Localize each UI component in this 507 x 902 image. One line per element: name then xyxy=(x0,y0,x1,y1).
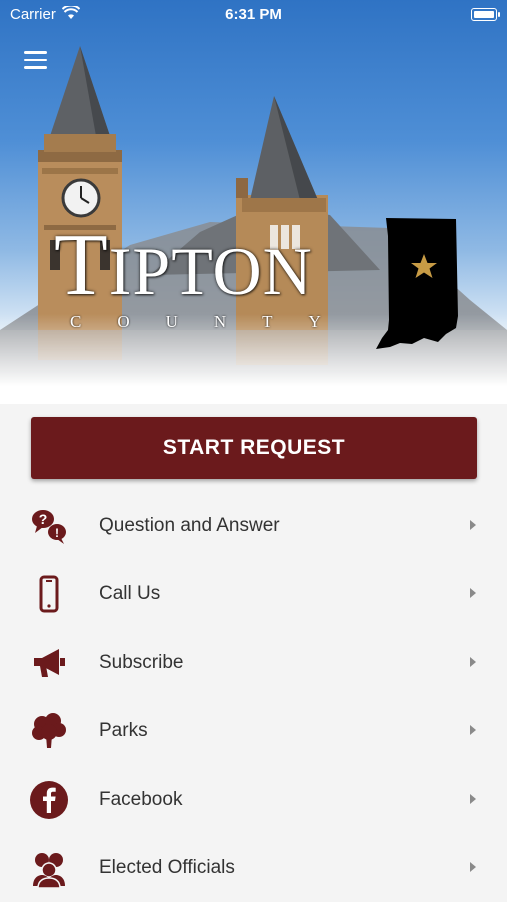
people-icon xyxy=(33,852,65,888)
facebook-icon xyxy=(30,780,68,819)
phone-icon xyxy=(39,575,59,613)
chevron-right-icon xyxy=(470,588,476,599)
battery-icon xyxy=(471,8,500,21)
menu-list: ? ! Question and Answer Call Us Subscrib… xyxy=(0,492,507,902)
logo-title: TIPTON xyxy=(54,222,313,310)
menu-item-label: Question and Answer xyxy=(99,515,280,536)
menu-item-label: Subscribe xyxy=(99,651,184,673)
megaphone-icon xyxy=(34,648,65,677)
menu-item-facebook[interactable]: Facebook xyxy=(0,766,507,834)
svg-text:!: ! xyxy=(55,526,59,540)
indiana-state-icon xyxy=(376,218,458,349)
logo-title-rest: IPTON xyxy=(108,233,313,309)
menu-item-parks[interactable]: Parks xyxy=(0,697,507,765)
chevron-right-icon xyxy=(470,725,476,736)
chevron-right-icon xyxy=(470,793,476,804)
chevron-right-icon xyxy=(470,520,476,530)
logo-subtitle: COUNTY xyxy=(70,312,357,331)
status-bar: Carrier 6:31 PM xyxy=(0,0,507,30)
logo-title-initial: T xyxy=(54,217,109,314)
status-time: 6:31 PM xyxy=(225,6,282,23)
menu-item-elected-officials[interactable]: Elected Officials xyxy=(0,834,507,902)
menu-item-question-and-answer[interactable]: ? ! Question and Answer xyxy=(0,492,507,560)
menu-item-label: Facebook xyxy=(99,788,183,810)
menu-item-label: Parks xyxy=(99,720,148,742)
chevron-right-icon xyxy=(470,861,476,872)
chevron-right-icon xyxy=(470,656,476,667)
menu-item-label: Elected Officials xyxy=(99,856,235,878)
tree-icon xyxy=(32,713,66,749)
menu-item-label: Call Us xyxy=(99,583,161,605)
menu-item-call-us[interactable]: Call Us xyxy=(0,560,507,628)
start-request-button[interactable]: START REQUEST xyxy=(31,417,477,479)
svg-text:?: ? xyxy=(39,511,48,527)
hamburger-menu-icon[interactable] xyxy=(24,51,47,69)
question-answer-icon: ? ! xyxy=(32,510,66,544)
menu-item-subscribe[interactable]: Subscribe xyxy=(0,629,507,697)
